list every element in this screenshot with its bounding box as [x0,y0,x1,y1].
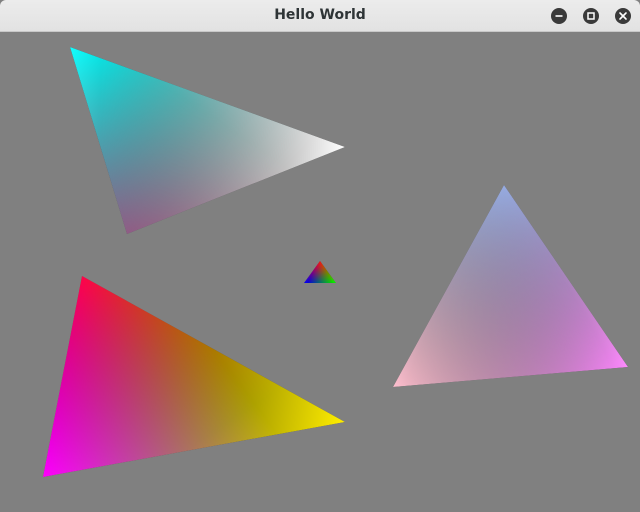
red-yellow-magenta-triangle [43,276,345,477]
rgb-small-triangle [304,261,336,283]
scene-svg [43,47,628,477]
blue-violet-pink-triangle [393,185,628,387]
maximize-icon [587,12,595,20]
minimize-icon [555,15,563,17]
minimize-button[interactable] [551,8,567,24]
title-bar[interactable]: Hello World [0,0,640,32]
render-canvas [0,32,640,512]
close-button[interactable] [615,8,631,24]
window-title: Hello World [274,7,366,23]
cyan-white-triangle [70,47,345,234]
app-window: Hello World [0,0,640,512]
maximize-button[interactable] [583,8,599,24]
close-icon [619,12,627,20]
